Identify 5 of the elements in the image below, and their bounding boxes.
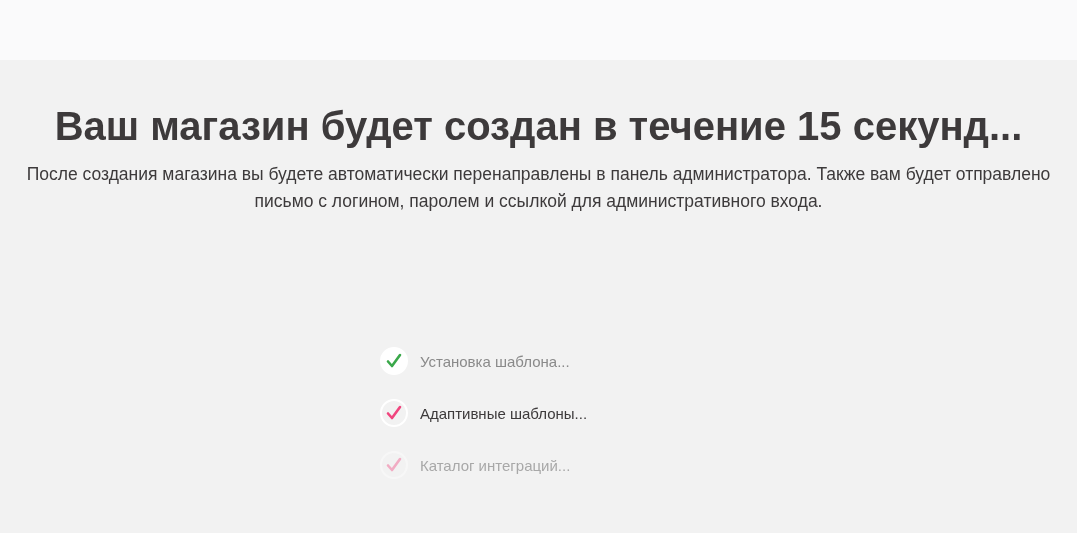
description-text: После создания магазина вы будете автоматически перенаправлены в панель администратора. Также вам будет отправлено письмо с логином, паролем и ссылкой для административного входа. [25, 163, 1052, 213]
step-label: Адаптивные шаблоны... [419, 404, 588, 422]
step-label: Каталог интеграций... [419, 456, 571, 474]
step-label: Установка шаблона... [419, 352, 570, 370]
page-title: Ваш магазин будет создан в течение 15 секунд... [54, 104, 1023, 149]
